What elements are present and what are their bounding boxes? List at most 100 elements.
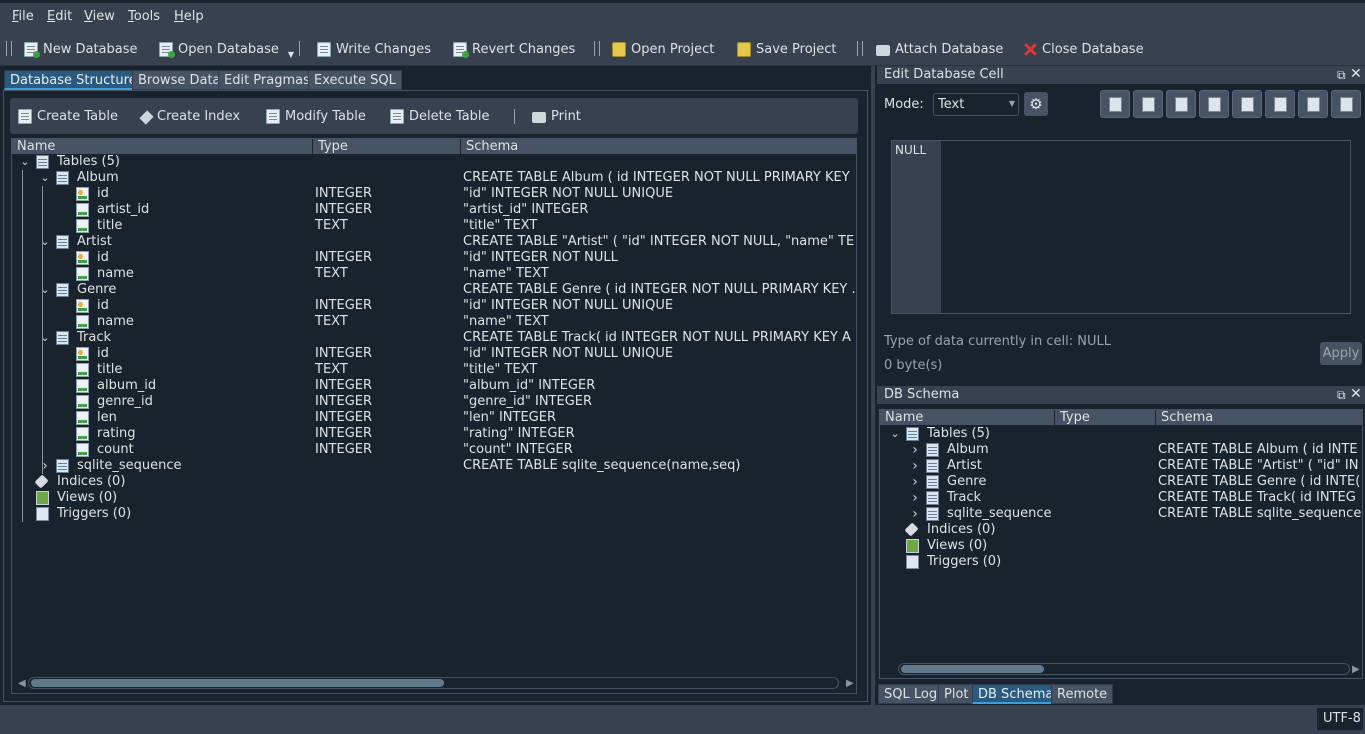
chevron-down-icon[interactable]: ▼ — [288, 50, 294, 59]
tree-row[interactable]: count INTEGER "count" INTEGER — [12, 442, 856, 458]
column-header-name[interactable]: Name — [12, 139, 313, 154]
scroll-left-arrow[interactable]: ◀ — [18, 678, 26, 689]
tree-row[interactable]: › sqlite_sequence CREATE TABLE sqlite_sequ… — [880, 506, 1362, 522]
horizontal-scrollbar[interactable] — [898, 663, 1350, 675]
chevron-right-icon[interactable]: › — [910, 442, 920, 458]
cell-editor[interactable]: NULL — [891, 140, 1351, 314]
column-header-name[interactable]: Name — [880, 410, 1055, 425]
open-project-button[interactable]: Open Project — [612, 40, 714, 58]
tree-row[interactable]: title TEXT "title" TEXT — [12, 362, 856, 378]
chevron-right-icon[interactable]: › — [910, 458, 920, 474]
horizontal-scrollbar[interactable] — [28, 677, 839, 689]
chevron-down-icon[interactable]: ⌄ — [20, 154, 30, 170]
chevron-right-icon[interactable]: › — [910, 506, 920, 522]
db-schema-tree[interactable]: Name Type Schema ⌄ Tables (5) › Album CREATE… — [879, 409, 1363, 679]
chevron-right-icon[interactable]: › — [910, 490, 920, 506]
tab-db-schema[interactable]: DB Schema — [972, 684, 1060, 704]
paste-icon[interactable] — [1166, 90, 1196, 118]
copy-icon[interactable] — [1199, 90, 1229, 118]
delete-table-button[interactable]: Delete Table — [390, 107, 489, 125]
tree-row[interactable]: ⌄ Tables (5) — [880, 426, 1362, 442]
tree-row[interactable]: id INTEGER "id" INTEGER NOT NULL — [12, 250, 856, 266]
gear-icon[interactable]: ⚙ — [1024, 92, 1048, 116]
tree-row[interactable]: Views (0) — [880, 538, 1362, 554]
tree-row[interactable]: Indices (0) — [880, 522, 1362, 538]
structure-tree[interactable]: Name Type Schema ⌄ Tables (5) ⌄ Album CREATE… — [11, 138, 857, 694]
tree-row[interactable]: name TEXT "name" TEXT — [12, 266, 856, 282]
save-project-button[interactable]: Save Project — [737, 40, 837, 58]
tree-row[interactable]: id INTEGER "id" INTEGER NOT NULL UNIQUE — [12, 186, 856, 202]
menu-tools[interactable]: Tools — [128, 9, 160, 24]
print-icon[interactable] — [1331, 90, 1361, 118]
tab-remote[interactable]: Remote — [1051, 684, 1114, 704]
clear-icon[interactable] — [1298, 90, 1328, 118]
tree-row[interactable]: name TEXT "name" TEXT — [12, 314, 856, 330]
scrollbar-thumb[interactable] — [901, 665, 1044, 673]
modify-table-button[interactable]: Modify Table — [266, 107, 366, 125]
tree-row[interactable]: artist_id INTEGER "artist_id" INTEGER — [12, 202, 856, 218]
null-icon[interactable] — [1265, 90, 1295, 118]
float-icon[interactable]: ⧉ — [1337, 68, 1346, 83]
close-icon[interactable]: ✕ — [1350, 66, 1362, 82]
tab-browse-data[interactable]: Browse Data — [132, 70, 227, 90]
tree-row[interactable]: › sqlite_sequence CREATE TABLE sqlite_sequ… — [12, 458, 856, 474]
column-header-schema[interactable]: Schema — [461, 139, 856, 154]
tree-row[interactable]: ⌄ Genre CREATE TABLE Genre ( id INTEGER NO… — [12, 282, 856, 298]
tab-plot[interactable]: Plot — [938, 684, 975, 704]
create-index-button[interactable]: Create Index — [139, 107, 240, 125]
tab-sql-log[interactable]: SQL Log — [878, 684, 944, 704]
mode-select[interactable]: Text ▼ — [933, 93, 1019, 116]
column-header-schema[interactable]: Schema — [1156, 410, 1362, 425]
indent-icon[interactable] — [1133, 90, 1163, 118]
menu-edit[interactable]: Edit — [47, 9, 72, 24]
import-icon[interactable] — [1100, 90, 1130, 118]
tree-row[interactable]: rating INTEGER "rating" INTEGER — [12, 426, 856, 442]
tree-row[interactable]: ⌄ Artist CREATE TABLE "Artist" ( "id" INTE… — [12, 234, 856, 250]
tree-row[interactable]: Triggers (0) — [880, 554, 1362, 570]
tree-row[interactable]: genre_id INTEGER "genre_id" INTEGER — [12, 394, 856, 410]
tab-edit-pragmas[interactable]: Edit Pragmas — [218, 70, 316, 90]
tree-row[interactable]: Views (0) — [12, 490, 856, 506]
tree-row[interactable]: › Album CREATE TABLE Album ( id INTE — [880, 442, 1362, 458]
scrollbar-thumb[interactable] — [31, 679, 444, 687]
write-changes-button[interactable]: Write Changes — [317, 40, 431, 58]
column-header-type[interactable]: Type — [313, 139, 461, 154]
tab-database-structure[interactable]: Database Structure — [4, 70, 143, 90]
export-icon[interactable] — [1232, 90, 1262, 118]
close-database-button[interactable]: Close Database — [1024, 40, 1144, 58]
tree-row[interactable]: title TEXT "title" TEXT — [12, 218, 856, 234]
tab-execute-sql[interactable]: Execute SQL — [308, 70, 402, 90]
splitter[interactable] — [871, 66, 875, 706]
attach-database-button[interactable]: Attach Database — [876, 40, 1003, 58]
scroll-right-arrow[interactable]: ▶ — [1352, 664, 1360, 675]
tree-row[interactable]: › Genre CREATE TABLE Genre ( id INTE( — [880, 474, 1362, 490]
chevron-down-icon[interactable]: ⌄ — [890, 426, 900, 442]
create-table-button[interactable]: Create Table — [18, 107, 118, 125]
apply-button[interactable]: Apply — [1320, 342, 1362, 365]
print-button[interactable]: Print — [532, 107, 581, 125]
tree-row[interactable]: album_id INTEGER "album_id" INTEGER — [12, 378, 856, 394]
open-database-button[interactable]: Open Database ▼ — [159, 40, 294, 59]
tree-row[interactable]: ⌄ Album CREATE TABLE Album ( id INTEGER NO… — [12, 170, 856, 186]
tree-row[interactable]: ⌄ Tables (5) — [12, 154, 856, 170]
tree-row[interactable]: ⌄ Track CREATE TABLE Track( id INTEGER NOT… — [12, 330, 856, 346]
chevron-right-icon[interactable]: › — [910, 474, 920, 490]
revert-changes-button[interactable]: Revert Changes — [453, 40, 575, 58]
menu-help[interactable]: Help — [174, 9, 204, 24]
tree-row[interactable]: id INTEGER "id" INTEGER NOT NULL UNIQUE — [12, 346, 856, 362]
tree-row[interactable]: Indices (0) — [12, 474, 856, 490]
new-database-button[interactable]: New Database — [24, 40, 138, 58]
tree-row[interactable]: Triggers (0) — [12, 506, 856, 522]
tree-row[interactable]: › Track CREATE TABLE Track( id INTEG — [880, 490, 1362, 506]
chevron-down-icon[interactable]: ⌄ — [40, 170, 50, 186]
float-icon[interactable]: ⧉ — [1337, 388, 1346, 403]
column-header-type[interactable]: Type — [1055, 410, 1156, 425]
menu-view[interactable]: View — [84, 9, 115, 24]
close-icon[interactable]: ✕ — [1350, 386, 1362, 402]
tree-row[interactable]: len INTEGER "len" INTEGER — [12, 410, 856, 426]
menu-file[interactable]: File — [12, 9, 34, 24]
tree-row[interactable]: id INTEGER "id" INTEGER NOT NULL UNIQUE — [12, 298, 856, 314]
tree-row[interactable]: › Artist CREATE TABLE "Artist" ( "id" IN — [880, 458, 1362, 474]
scroll-right-arrow[interactable]: ▶ — [846, 678, 854, 689]
tag-icon — [904, 522, 919, 537]
